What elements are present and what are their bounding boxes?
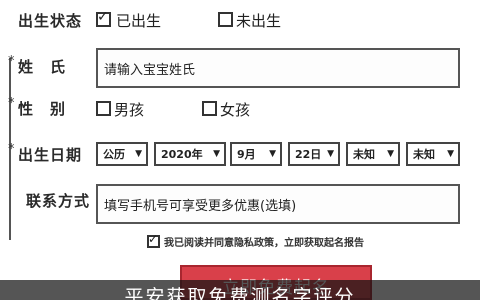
born-option-label[interactable]: 已出生 xyxy=(116,10,161,31)
day-value: 22日 xyxy=(295,148,322,161)
unborn-option-label[interactable]: 未出生 xyxy=(236,10,281,31)
month-select[interactable]: 9月 ▼ xyxy=(230,142,282,166)
dropdown-arrow-icon: ▼ xyxy=(387,149,394,159)
girl-checkbox[interactable] xyxy=(202,101,217,116)
contact-label: 联系方式 xyxy=(26,192,91,210)
contact-input[interactable]: 填写手机号可享受更多优惠(选填) xyxy=(96,184,460,224)
month-value: 9月 xyxy=(237,148,256,161)
birth-date-label: 出生日期 xyxy=(18,146,83,164)
surname-label: 姓 氏 xyxy=(18,58,67,76)
day-select[interactable]: 22日 ▼ xyxy=(288,142,340,166)
boy-option-label[interactable]: 男孩 xyxy=(114,99,144,120)
dropdown-arrow-icon: ▼ xyxy=(327,149,334,159)
check-icon: ✓ xyxy=(97,9,109,25)
required-mark: * xyxy=(8,142,15,157)
year-value: 2020年 xyxy=(161,148,203,161)
required-mark: * xyxy=(8,54,15,69)
minute-value: 未知 xyxy=(413,148,435,161)
calendar-type-select[interactable]: 公历 ▼ xyxy=(96,142,148,166)
birth-status-label: 出生状态 xyxy=(18,12,83,30)
minute-select[interactable]: 未知 ▼ xyxy=(406,142,460,166)
check-icon: ✓ xyxy=(148,232,159,246)
dropdown-arrow-icon: ▼ xyxy=(135,149,142,159)
dropdown-arrow-icon: ▼ xyxy=(213,149,220,159)
calendar-type-value: 公历 xyxy=(103,148,125,161)
dropdown-arrow-icon: ▼ xyxy=(447,149,454,159)
gender-label: 性 别 xyxy=(18,100,67,118)
girl-option-label[interactable]: 女孩 xyxy=(220,99,250,120)
caption-text: 平安获取免费测名字评分 xyxy=(124,286,356,300)
surname-input[interactable]: 请输入宝宝姓氏 xyxy=(96,48,460,88)
dropdown-arrow-icon: ▼ xyxy=(269,149,276,159)
agreement-text[interactable]: 我已阅读并同意隐私政策，立即获取起名报告 xyxy=(164,234,364,249)
boy-checkbox[interactable] xyxy=(96,101,111,116)
required-mark: * xyxy=(8,96,15,111)
hour-value: 未知 xyxy=(353,148,375,161)
hour-select[interactable]: 未知 ▼ xyxy=(346,142,400,166)
agreement-checkbox[interactable]: ✓ xyxy=(147,232,160,248)
born-checkbox[interactable]: ✓ xyxy=(96,9,111,27)
year-select[interactable]: 2020年 ▼ xyxy=(154,142,226,166)
unborn-checkbox[interactable] xyxy=(218,12,233,27)
